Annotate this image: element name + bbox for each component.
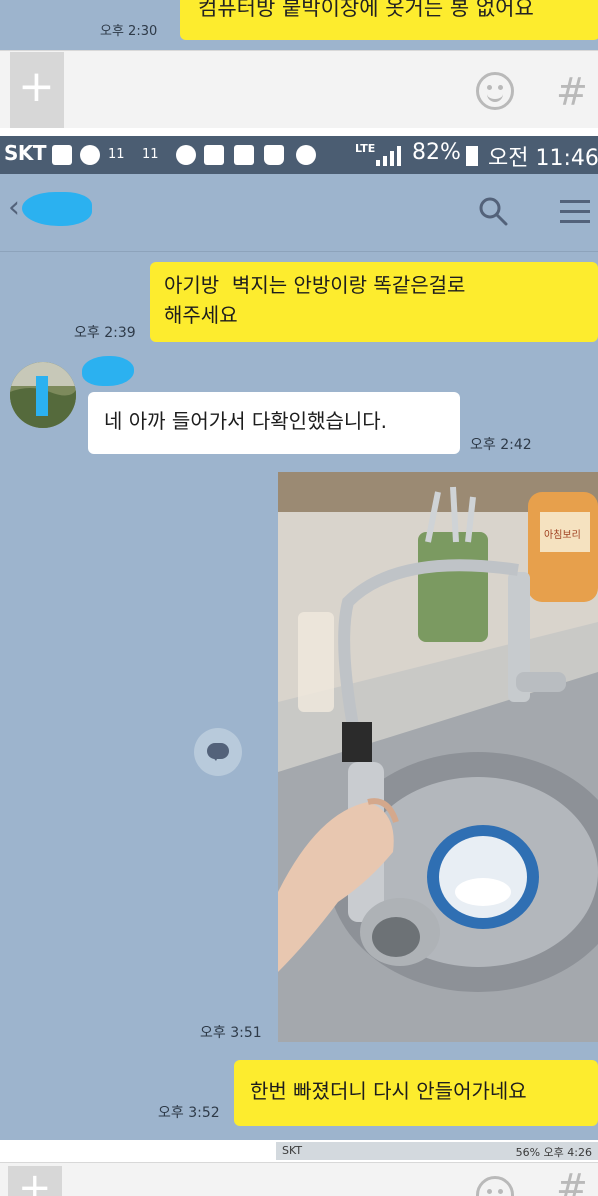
image-icon xyxy=(234,145,254,165)
app-notification-icon xyxy=(204,145,224,165)
bottle-label: 아침보리 xyxy=(544,529,581,541)
menu-icon[interactable] xyxy=(560,200,590,224)
attach-plus-button[interactable]: + xyxy=(10,52,64,128)
mini-status-bar: SKT 56% 오후 4:26 xyxy=(276,1142,598,1160)
status-clock: 오전 11:46 xyxy=(488,146,598,171)
mini-carrier: SKT xyxy=(282,1144,303,1157)
signal-icon xyxy=(376,146,401,166)
mini-status-right: 56% 오후 4:26 xyxy=(515,1146,592,1159)
shopping-bag-icon xyxy=(264,145,284,165)
message-text: 한번 빠졌더니 다시 안들어가네요 xyxy=(250,1079,527,1103)
message-time: 오후 2:30 xyxy=(100,24,158,39)
message-time: 오후 2:39 xyxy=(74,325,136,341)
notification-label: 11 xyxy=(142,147,159,162)
message-time: 오후 2:42 xyxy=(470,437,532,453)
share-button[interactable] xyxy=(194,728,242,776)
screenshot-gap xyxy=(0,128,598,136)
search-icon[interactable] xyxy=(478,196,508,226)
sender-name-redaction xyxy=(82,356,134,386)
message-time: 오후 3:51 xyxy=(200,1025,262,1041)
my-message-bubble: 컴퓨터방 붙박이장에 옷거는 봉 없어요 xyxy=(180,0,598,40)
carrier-label: SKT xyxy=(4,141,47,165)
battery-icon xyxy=(466,146,478,166)
status-bar: SKT 11 11 LTE 82% 오전 11:46 xyxy=(0,136,598,174)
app-circle-icon xyxy=(296,145,316,165)
battery-percent: 82% xyxy=(412,140,461,165)
message-text: 네 아까 들어가서 다확인했습니다. xyxy=(104,409,388,433)
network-type: LTE xyxy=(355,142,376,155)
message-line: 아기방 벽지는 안방이랑 똑같은걸로 xyxy=(164,273,466,297)
back-icon[interactable]: ‹ xyxy=(8,190,20,225)
chat-name-redaction xyxy=(22,192,92,226)
my-message-bubble: 한번 빠졌더니 다시 안들어가네요 xyxy=(234,1060,598,1126)
avatar[interactable] xyxy=(10,362,76,428)
plus-icon: + xyxy=(18,1165,52,1196)
hash-icon[interactable]: # xyxy=(556,1166,588,1196)
message-time: 오후 3:52 xyxy=(158,1105,220,1121)
message-text: 컴퓨터방 붙박이장에 옷거는 봉 없어요 xyxy=(198,0,534,20)
speech-bubble-icon xyxy=(207,743,229,761)
attach-plus-button[interactable]: + xyxy=(8,1166,62,1196)
chat-header: ‹ xyxy=(0,174,598,252)
sink-faucet-photo: 아침보리 xyxy=(278,472,598,1042)
emoji-icon[interactable] xyxy=(476,72,514,110)
photo-message[interactable]: 아침보리 xyxy=(278,472,598,1042)
hash-icon[interactable]: # xyxy=(556,70,588,114)
plus-icon: + xyxy=(18,61,55,112)
chat-screenshot: SKT 11 11 LTE 82% 오전 11:46 ‹ 아기방 벽지는 안방이… xyxy=(0,136,598,1196)
notification-icon xyxy=(80,145,100,165)
message-line: 해주세요 xyxy=(164,303,238,327)
c-app-icon xyxy=(176,145,196,165)
notification-label: 11 xyxy=(108,147,125,162)
avatar-image xyxy=(10,362,76,428)
facebook-icon xyxy=(52,145,72,165)
my-message-bubble: 아기방 벽지는 안방이랑 똑같은걸로 해주세요 xyxy=(150,262,598,342)
previous-screenshot-fragment: 컴퓨터방 붙박이장에 옷거는 봉 없어요 오후 2:30 + # xyxy=(0,0,598,128)
other-message-bubble: 네 아까 들어가서 다확인했습니다. xyxy=(88,392,460,454)
